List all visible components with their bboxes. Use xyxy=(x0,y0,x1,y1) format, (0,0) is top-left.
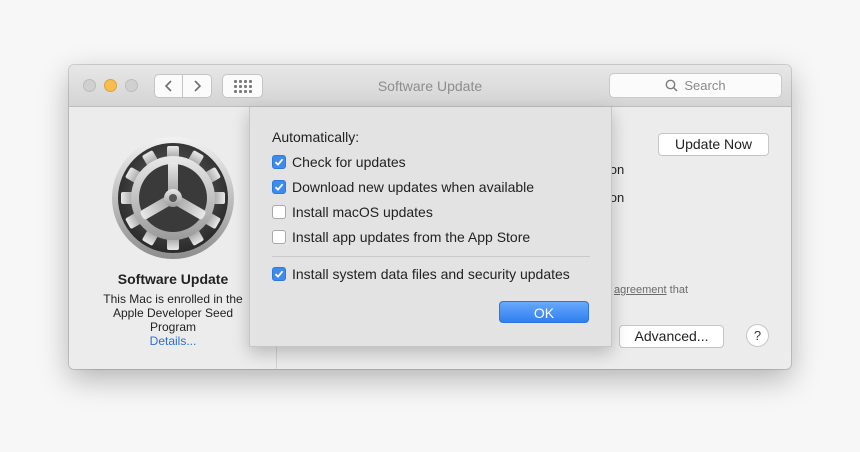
option-label: Install macOS updates xyxy=(292,204,433,220)
search-icon xyxy=(665,79,678,92)
option-install-security[interactable]: Install system data files and security u… xyxy=(272,266,570,282)
search-placeholder: Search xyxy=(684,78,726,93)
details-link[interactable]: Details... xyxy=(69,334,277,348)
agreement-link[interactable]: agreement xyxy=(614,284,667,296)
checkbox[interactable] xyxy=(272,205,286,219)
system-preferences-window: Software Update Search Software Update T… xyxy=(69,65,791,369)
option-label: Install system data files and security u… xyxy=(292,266,570,282)
gear-icon xyxy=(112,137,234,259)
option-install-macos[interactable]: Install macOS updates xyxy=(272,204,433,220)
advanced-button[interactable]: Advanced... xyxy=(619,325,724,348)
ok-button[interactable]: OK xyxy=(499,301,589,323)
option-label: Download new updates when available xyxy=(292,179,535,195)
auto-update-sheet: Automatically: Check for updates Downloa… xyxy=(249,107,612,347)
search-field[interactable]: Search xyxy=(609,73,782,98)
checkmark-icon xyxy=(274,270,284,278)
checkbox[interactable] xyxy=(272,155,286,169)
option-label: Install app updates from the App Store xyxy=(292,229,531,245)
checkbox[interactable] xyxy=(272,230,286,244)
separator xyxy=(272,256,590,257)
sidebar-description: This Mac is enrolled in the Apple Develo… xyxy=(103,292,243,334)
agreement-suffix: that xyxy=(666,284,688,296)
sidebar: Software Update This Mac is enrolled in … xyxy=(69,108,277,369)
agreement-text: agreement that xyxy=(614,284,688,296)
checkmark-icon xyxy=(274,158,284,166)
option-check-updates[interactable]: Check for updates xyxy=(272,154,406,170)
option-install-app-updates[interactable]: Install app updates from the App Store xyxy=(272,229,530,245)
checkbox[interactable] xyxy=(272,267,286,281)
update-now-button[interactable]: Update Now xyxy=(658,133,769,156)
checkbox[interactable] xyxy=(272,180,286,194)
sheet-heading: Automatically: xyxy=(272,129,360,145)
option-label: Check for updates xyxy=(292,154,406,170)
checkmark-icon xyxy=(274,183,284,191)
help-button[interactable]: ? xyxy=(746,324,769,347)
title-bar: Software Update Search xyxy=(69,65,791,107)
option-download-updates[interactable]: Download new updates when available xyxy=(272,179,534,195)
sidebar-title: Software Update xyxy=(117,271,229,287)
